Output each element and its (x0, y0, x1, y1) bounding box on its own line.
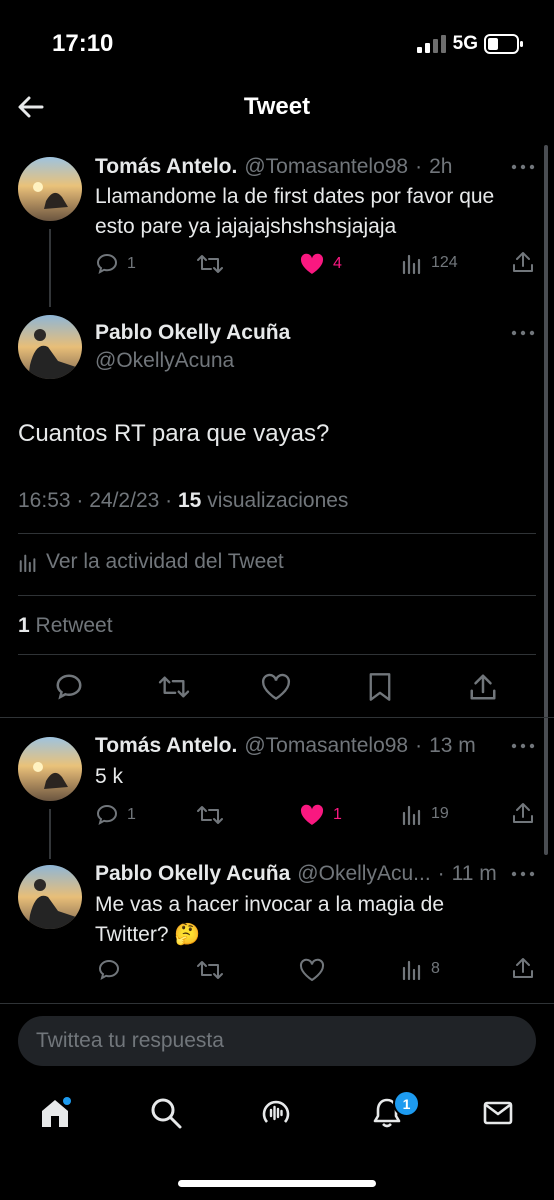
scrollbar[interactable] (544, 145, 548, 855)
retweet-icon[interactable] (157, 673, 191, 701)
divider (18, 533, 536, 534)
like-count: 4 (333, 255, 342, 272)
more-options-icon[interactable] (511, 871, 535, 877)
reply-icon (96, 804, 118, 825)
views-button[interactable]: 8 (401, 958, 440, 980)
tweet-header: Pablo Okelly Acuña @OkellyAcu... · 11 m (95, 862, 497, 886)
author-name[interactable]: Tomás Antelo. (95, 734, 237, 758)
home-icon[interactable] (38, 1096, 72, 1130)
heart-icon[interactable] (299, 958, 325, 982)
reply-icon[interactable] (97, 958, 121, 982)
network-label: 5G (452, 33, 478, 54)
search-icon[interactable] (149, 1096, 183, 1130)
tweet-time: 2h (429, 155, 453, 178)
analytics-icon (402, 254, 421, 274)
share-icon[interactable] (468, 672, 498, 702)
retweets-stat[interactable]: 1 Retweet (18, 614, 113, 638)
more-options-icon[interactable] (511, 164, 535, 170)
tweet-activity-link[interactable]: Ver la actividad del Tweet (18, 550, 284, 574)
status-time: 17:10 (52, 30, 114, 57)
views-count: 124 (431, 254, 458, 271)
author-handle[interactable]: @Tomasantelo98 (244, 155, 408, 179)
reply-placeholder: Twittea tu respuesta (36, 1029, 224, 1052)
separator: · (415, 155, 423, 178)
tweet-time: 13 m (429, 734, 476, 757)
views-button[interactable]: 124 (401, 252, 458, 274)
separator: · (415, 734, 423, 757)
activity-label: Ver la actividad del Tweet (46, 550, 284, 573)
like-button[interactable]: 1 (299, 803, 342, 827)
analytics-icon (402, 960, 421, 980)
tweet-text: Llamandome la de first dates por favor q… (95, 185, 495, 238)
reply-button[interactable]: 1 (95, 252, 136, 276)
views-count: 8 (431, 960, 440, 977)
reply-button[interactable]: 1 (95, 803, 136, 827)
author-handle[interactable]: @OkellyAcuna (95, 349, 234, 373)
retweets-label: Retweet (35, 614, 113, 637)
author-handle[interactable]: @OkellyAcu... (297, 862, 430, 886)
tweet-text: Me vas a hacer invocar a la magia de Twi… (95, 893, 445, 946)
status-indicators: 5G (416, 33, 524, 55)
more-options-icon[interactable] (511, 330, 535, 336)
author-name[interactable]: Pablo Okelly Acuña (95, 321, 290, 345)
divider (18, 654, 536, 655)
analytics-icon (402, 805, 421, 825)
home-indicator[interactable] (178, 1180, 376, 1187)
tweet-header: Tomás Antelo. @Tomasantelo98 · 13 m (95, 734, 476, 758)
author-name[interactable]: Tomás Antelo. (95, 155, 237, 179)
retweets-count: 1 (18, 614, 30, 637)
avatar[interactable] (18, 865, 82, 929)
tweet-time: 11 m (451, 862, 497, 885)
messages-mail-icon[interactable] (481, 1096, 515, 1130)
spaces-icon[interactable] (259, 1096, 293, 1130)
share-icon[interactable] (511, 250, 535, 274)
like-count: 1 (333, 806, 342, 823)
divider (0, 717, 554, 718)
tweet-meta: 16:53 · 24/2/23 · 15 visualizaciones (18, 489, 349, 512)
avatar[interactable] (18, 157, 82, 221)
thread-line (49, 229, 51, 307)
reply-icon (96, 253, 118, 274)
battery-icon (484, 34, 523, 54)
divider (18, 595, 536, 596)
retweet-icon[interactable] (196, 958, 224, 982)
bookmark-icon[interactable] (367, 672, 393, 702)
reply-icon[interactable] (54, 672, 84, 702)
notification-badge: 1 (393, 1090, 420, 1117)
avatar[interactable] (18, 315, 82, 379)
analytics-icon (19, 554, 36, 572)
author-name[interactable]: Pablo Okelly Acuña (95, 862, 290, 886)
share-icon[interactable] (511, 801, 535, 825)
page-title: Tweet (243, 93, 311, 120)
thread-line (49, 809, 51, 859)
reply-count: 1 (127, 255, 136, 272)
signal-icon (416, 35, 446, 53)
more-options-icon[interactable] (511, 743, 535, 749)
separator: · (437, 862, 445, 885)
heart-filled-icon (300, 804, 324, 825)
tweet-time: 16:53 (18, 489, 71, 512)
tweet-text: 5 k (95, 765, 124, 788)
retweet-icon[interactable] (196, 803, 224, 827)
divider (0, 1003, 554, 1004)
tweet-text: Cuantos RT para que vayas? (18, 420, 330, 447)
author-handle[interactable]: @Tomasantelo98 (244, 734, 408, 758)
views-button[interactable]: 19 (401, 803, 449, 825)
like-button[interactable]: 4 (299, 252, 342, 276)
heart-icon[interactable] (260, 673, 292, 701)
share-icon[interactable] (511, 956, 535, 980)
views-count: 15 (177, 489, 202, 512)
views-count: 19 (431, 805, 449, 822)
views-label: visualizaciones (207, 489, 349, 512)
tweet-date: 24/2/23 (89, 489, 160, 512)
avatar[interactable] (18, 737, 82, 801)
tweet-header: Tomás Antelo. @Tomasantelo98 · 2h (95, 155, 452, 179)
retweet-icon[interactable] (196, 252, 224, 276)
reply-count: 1 (127, 806, 136, 823)
heart-filled-icon (300, 253, 324, 274)
